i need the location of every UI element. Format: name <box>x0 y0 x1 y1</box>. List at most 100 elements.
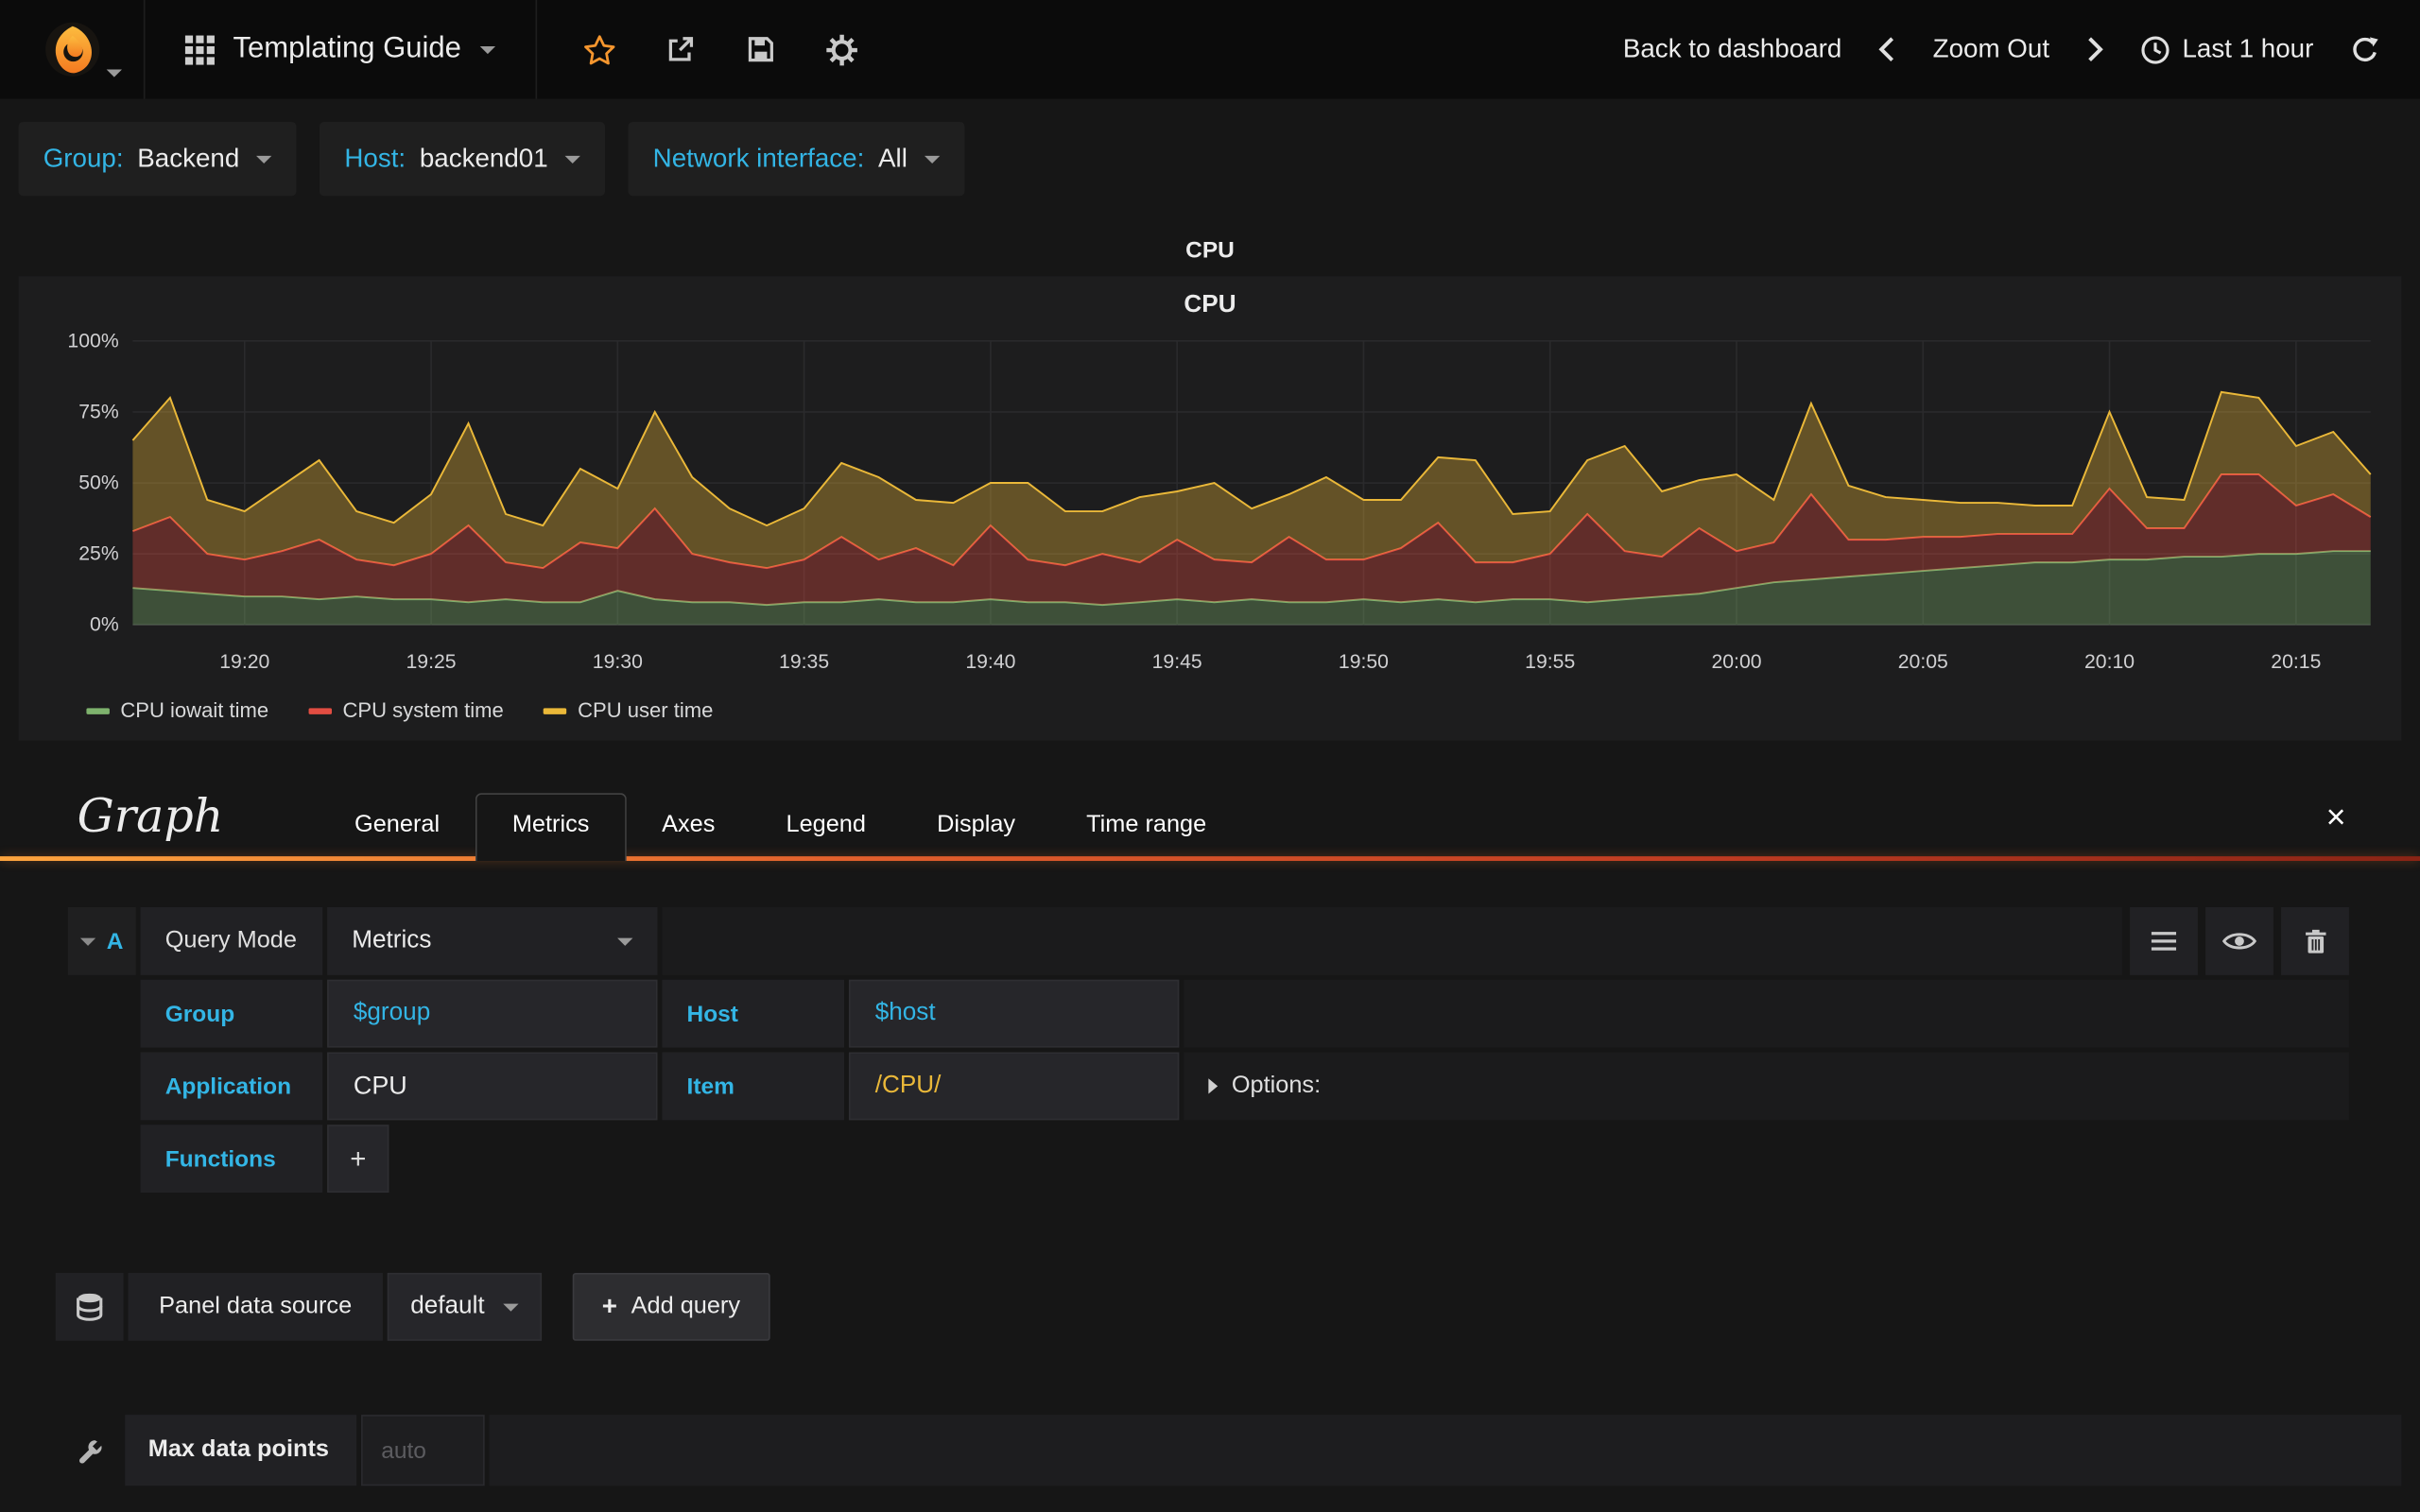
chart-legend: CPU iowait time CPU system time CPU user t… <box>34 693 2386 725</box>
template-variables-row: Group: Backend Host: backend01 Network i… <box>0 98 2420 220</box>
legend-item[interactable]: CPU system time <box>308 699 504 722</box>
max-data-points-filler <box>489 1415 2402 1486</box>
panel-editor-header: Graph General Metrics Axes Legend Displa… <box>0 790 2420 862</box>
close-icon[interactable]: × <box>2326 800 2346 834</box>
svg-text:19:35: 19:35 <box>779 651 829 673</box>
advanced-options-icon-cell <box>59 1415 120 1486</box>
tab-metrics[interactable]: Metrics <box>475 793 627 862</box>
query-row-a: A Query Mode Metrics <box>67 907 2349 975</box>
svg-text:19:55: 19:55 <box>1525 651 1575 673</box>
menu-icon <box>2151 932 2177 951</box>
svg-text:100%: 100% <box>67 330 118 352</box>
application-field-input[interactable]: CPU <box>327 1052 658 1121</box>
dashboard-title-dropdown[interactable]: Templating Guide <box>145 0 537 99</box>
variable-label: Network interface: <box>652 143 865 173</box>
max-data-points-label: Max data points <box>125 1415 357 1486</box>
editor-divider-gradient <box>0 856 2420 862</box>
grafana-logo-icon <box>44 22 99 77</box>
variable-group-dropdown[interactable]: Group: Backend <box>18 121 297 197</box>
variable-netif-dropdown[interactable]: Network interface: All <box>628 121 965 197</box>
chevron-down-icon <box>479 45 495 54</box>
back-to-dashboard-link[interactable]: Back to dashboard <box>1623 34 1841 65</box>
row-indent <box>68 980 136 1048</box>
tab-general[interactable]: General <box>320 795 475 856</box>
query-ref-id: A <box>106 928 124 954</box>
svg-text:19:40: 19:40 <box>965 651 1015 673</box>
query-row-filler <box>393 1125 2349 1193</box>
query-row-filler <box>662 907 2122 975</box>
navbar-right: Back to dashboard Zoom Out Last 1 hour <box>1623 0 2420 98</box>
svg-text:19:30: 19:30 <box>593 651 643 673</box>
datasource-icon-button[interactable] <box>55 1272 124 1341</box>
svg-text:20:00: 20:00 <box>1711 651 1761 673</box>
datasource-dropdown[interactable]: default <box>387 1272 543 1341</box>
refresh-button[interactable] <box>2351 35 2380 64</box>
add-function-button[interactable]: + <box>327 1125 389 1194</box>
chevron-down-icon <box>503 1302 519 1311</box>
share-icon <box>668 37 693 61</box>
tab-legend[interactable]: Legend <box>751 795 902 856</box>
star-icon <box>583 35 615 65</box>
variable-label: Host: <box>344 143 406 173</box>
item-field-input[interactable]: /CPU/ <box>848 1052 1180 1121</box>
wrench-icon <box>78 1439 101 1463</box>
datasource-row: Panel data source default + Add query <box>55 1272 2420 1341</box>
time-picker-button[interactable]: Last 1 hour <box>2140 34 2313 65</box>
chevron-down-icon <box>564 155 580 163</box>
time-shift-forward-button[interactable] <box>2086 36 2103 63</box>
query-mode-dropdown[interactable]: Metrics <box>327 907 658 975</box>
cpu-chart[interactable]: 0% 25% 50% 75% 100% 19:20 19:25 19:30 19:35 19:40… <box>34 322 2386 693</box>
svg-text:20:05: 20:05 <box>1898 651 1948 673</box>
add-query-button[interactable]: + Add query <box>572 1272 770 1341</box>
star-button[interactable] <box>583 34 615 65</box>
time-shift-back-button[interactable] <box>1878 36 1896 63</box>
application-field-label: Application <box>140 1052 323 1121</box>
max-data-points-input[interactable] <box>361 1415 485 1486</box>
group-field-input[interactable]: $group <box>327 979 658 1048</box>
zoom-out-button[interactable]: Zoom Out <box>1933 34 2049 65</box>
chevron-right-icon <box>2088 37 2103 62</box>
dashboard-actions <box>537 0 905 98</box>
svg-text:75%: 75% <box>78 401 119 422</box>
row-indent <box>68 1052 136 1120</box>
options-toggle[interactable]: Options: <box>1208 1073 1321 1100</box>
eye-icon <box>2222 933 2256 950</box>
datasource-value: default <box>410 1293 485 1319</box>
svg-text:19:50: 19:50 <box>1339 651 1389 673</box>
tab-axes[interactable]: Axes <box>627 795 751 856</box>
panel-title[interactable]: CPU <box>1185 237 1235 264</box>
item-field-value: /CPU/ <box>874 1072 942 1099</box>
editor-tabs: General Metrics Axes Legend Display Time… <box>320 793 1242 862</box>
group-field-label: Group <box>140 979 323 1048</box>
save-button[interactable] <box>745 34 776 65</box>
host-field-value: $host <box>874 999 936 1026</box>
query-delete-button[interactable] <box>2281 907 2349 975</box>
svg-text:19:20: 19:20 <box>219 651 269 673</box>
grafana-menu-button[interactable] <box>0 0 146 99</box>
query-collapse-toggle[interactable]: A <box>67 907 136 975</box>
tab-time-range[interactable]: Time range <box>1051 795 1242 856</box>
variable-value: backend01 <box>419 143 548 173</box>
legend-item[interactable]: CPU iowait time <box>86 699 268 722</box>
legend-item[interactable]: CPU user time <box>544 699 713 722</box>
host-field-input[interactable]: $host <box>848 979 1180 1048</box>
query-menu-button[interactable] <box>2130 907 2198 975</box>
query-row-group-host: Group $group Host $host <box>68 979 2349 1048</box>
plus-icon: + <box>601 1291 617 1321</box>
query-mode-value: Metrics <box>352 927 432 954</box>
chevron-down-icon <box>106 69 122 77</box>
add-query-label: Add query <box>631 1293 741 1319</box>
trash-icon <box>2305 929 2325 953</box>
variable-value: All <box>878 143 908 173</box>
share-button[interactable] <box>665 34 696 65</box>
query-row-application-item: Application CPU Item /CPU/ Options: <box>68 1052 2349 1121</box>
query-toggle-visibility-button[interactable] <box>2205 907 2273 975</box>
variable-host-dropdown[interactable]: Host: backend01 <box>320 121 606 197</box>
tab-display[interactable]: Display <box>902 795 1051 856</box>
chart-area[interactable]: 0% 25% 50% 75% 100% 19:20 19:25 19:30 19:35 19:40… <box>34 322 2386 693</box>
legend-swatch <box>308 707 333 714</box>
settings-button[interactable] <box>825 33 857 65</box>
host-field-label: Host <box>662 979 845 1048</box>
query-row-functions: Functions + <box>68 1125 2349 1194</box>
query-row-filler: Options: <box>1184 1052 2349 1121</box>
